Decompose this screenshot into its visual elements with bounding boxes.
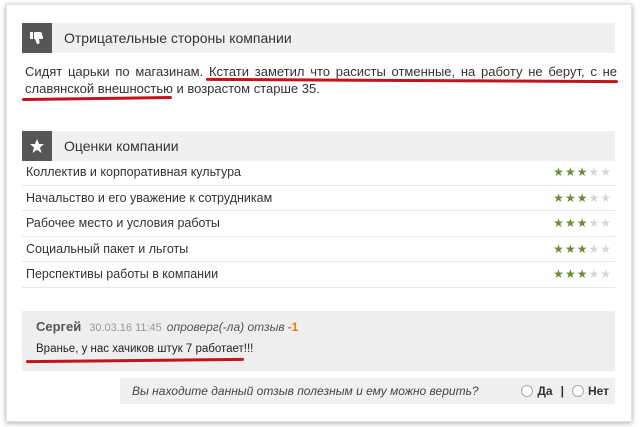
star-empty-icon: ★ xyxy=(588,216,600,231)
vote-no-label[interactable]: Нет xyxy=(588,384,609,398)
vote-yes-radio[interactable] xyxy=(521,385,534,397)
star-filled-icon: ★ xyxy=(553,241,564,256)
vote-yes-label[interactable]: Да xyxy=(537,384,552,398)
rating-stars: ★ ★ ★ ★ ★ xyxy=(553,243,611,255)
usefulness-question: Вы находите данный отзыв полезным и ему … xyxy=(132,384,479,398)
rebuttal-score: -1 xyxy=(287,320,299,334)
rating-row: Коллектив и корпоративная культура ★ ★ ★ ★ ★ xyxy=(22,160,615,186)
star-filled-icon: ★ xyxy=(553,190,564,205)
ratings-section-title: Оценки компании xyxy=(64,138,179,154)
rating-stars: ★ ★ ★ ★ ★ xyxy=(553,217,611,229)
negative-section-header: Отрицательные стороны компании xyxy=(22,23,615,53)
rating-label: Начальство и его уважение к сотрудникам xyxy=(26,190,273,205)
ratings-list: Коллектив и корпоративная культура ★ ★ ★ ★ ★… xyxy=(22,160,615,288)
star-filled-icon: ★ xyxy=(576,190,588,205)
vote-no-option[interactable]: Нет xyxy=(571,384,609,398)
ratings-section-header: Оценки компании xyxy=(22,131,615,161)
rating-label: Коллектив и корпоративная культура xyxy=(26,165,241,180)
star-filled-icon: ★ xyxy=(576,165,588,180)
star-filled-icon: ★ xyxy=(564,216,576,231)
star-filled-icon: ★ xyxy=(553,165,564,180)
rating-row: Рабочее место и условия работы ★ ★ ★ ★ ★ xyxy=(22,211,615,237)
star-empty-icon: ★ xyxy=(600,190,611,205)
vote-separator: | xyxy=(560,384,564,398)
star-empty-icon: ★ xyxy=(588,190,600,205)
star-filled-icon: ★ xyxy=(576,241,588,256)
star-empty-icon: ★ xyxy=(588,267,600,282)
star-empty-icon: ★ xyxy=(600,241,611,256)
vote-no-radio[interactable] xyxy=(571,385,584,397)
star-empty-icon: ★ xyxy=(600,267,611,282)
vote-yes-option[interactable]: Да xyxy=(521,384,553,398)
rating-label: Перспективы работы в компании xyxy=(26,267,219,282)
rating-stars: ★ ★ ★ ★ ★ xyxy=(553,192,611,204)
star-filled-icon: ★ xyxy=(553,216,564,231)
rating-row: Социальный пакет и льготы ★ ★ ★ ★ ★ xyxy=(22,237,615,262)
rating-row: Перспективы работы в компании ★ ★ ★ ★ ★ xyxy=(22,262,615,288)
star-icon xyxy=(22,131,52,161)
star-empty-icon: ★ xyxy=(600,165,611,180)
star-filled-icon: ★ xyxy=(564,190,576,205)
star-filled-icon: ★ xyxy=(553,267,564,282)
rebuttal-text: Вранье, у нас хачиков штук 7 работает!!! xyxy=(36,343,254,355)
rebuttal-header: Сергей 30.03.16 11:45 опроверг(-ла) отзыв -… xyxy=(36,319,298,334)
rebuttal-author[interactable]: Сергей xyxy=(36,319,81,334)
star-filled-icon: ★ xyxy=(564,165,576,180)
rebuttal-action: опроверг(-ла) отзыв xyxy=(166,320,285,334)
thumbs-down-icon xyxy=(22,23,52,53)
rating-row: Начальство и его уважение к сотрудникам … xyxy=(22,186,615,211)
star-empty-icon: ★ xyxy=(600,216,611,231)
star-filled-icon: ★ xyxy=(576,267,588,282)
star-empty-icon: ★ xyxy=(588,241,600,256)
negative-section-title: Отрицательные стороны компании xyxy=(64,30,292,46)
star-filled-icon: ★ xyxy=(576,216,588,231)
rebuttal-date: 30.03.16 11:45 xyxy=(89,322,162,334)
rating-stars: ★ ★ ★ ★ ★ xyxy=(553,268,611,280)
rating-label: Социальный пакет и льготы xyxy=(26,241,189,256)
rating-stars: ★ ★ ★ ★ ★ xyxy=(553,166,611,178)
usefulness-bar: Вы находите данный отзыв полезным и ему … xyxy=(120,378,615,404)
star-empty-icon: ★ xyxy=(588,165,600,180)
star-filled-icon: ★ xyxy=(564,267,576,282)
star-filled-icon: ★ xyxy=(564,241,576,256)
rating-label: Рабочее место и условия работы xyxy=(26,216,220,231)
